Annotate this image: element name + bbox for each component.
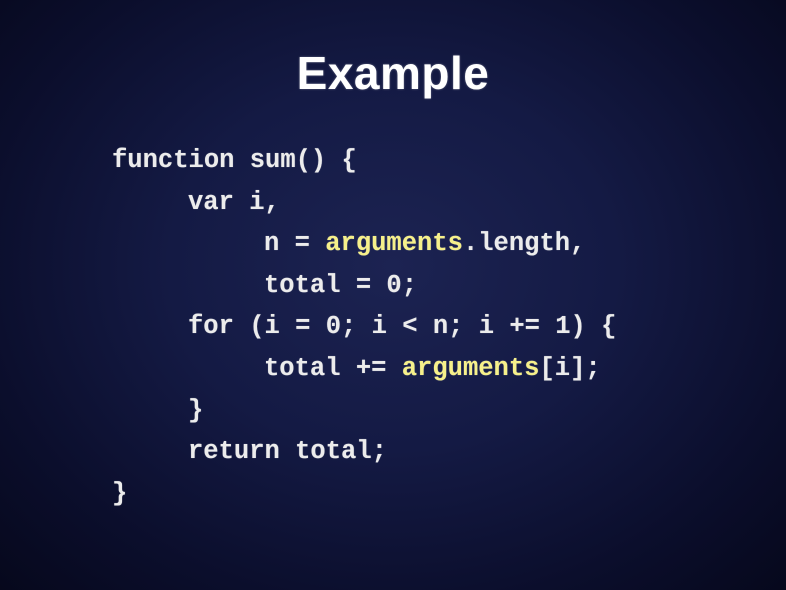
code-line: function sum() { bbox=[112, 140, 616, 182]
code-keyword-highlight: arguments bbox=[325, 229, 463, 259]
code-line: total += arguments[i]; bbox=[112, 348, 616, 390]
code-line: return total; bbox=[112, 431, 616, 473]
code-block: function sum() {var i, n = arguments.leng… bbox=[112, 140, 616, 514]
code-line: } bbox=[112, 390, 616, 432]
code-text: var i, bbox=[188, 187, 280, 217]
code-keyword-highlight: arguments bbox=[401, 353, 540, 383]
code-text: for (i = 0; i < n; i += 1) { bbox=[188, 312, 617, 342]
code-text: function sum() { bbox=[112, 146, 357, 175]
code-text: n = bbox=[264, 229, 326, 259]
code-line: total = 0; bbox=[112, 265, 616, 307]
code-line: var i, bbox=[112, 182, 616, 224]
code-text: } bbox=[188, 395, 204, 425]
code-text: total = 0; bbox=[264, 270, 418, 300]
code-text: } bbox=[112, 478, 128, 508]
slide: Example function sum() { var i, n = argume… bbox=[0, 0, 786, 590]
slide-title: Example bbox=[296, 47, 490, 99]
code-line: } bbox=[112, 473, 616, 515]
code-text: return total; bbox=[188, 437, 387, 467]
code-line: for (i = 0; i < n; i += 1) { bbox=[112, 306, 616, 348]
code-line: n = arguments.length, bbox=[112, 223, 616, 265]
code-text: .length, bbox=[462, 229, 586, 259]
code-text: [i]; bbox=[539, 353, 601, 383]
code-text: total += bbox=[264, 353, 402, 383]
